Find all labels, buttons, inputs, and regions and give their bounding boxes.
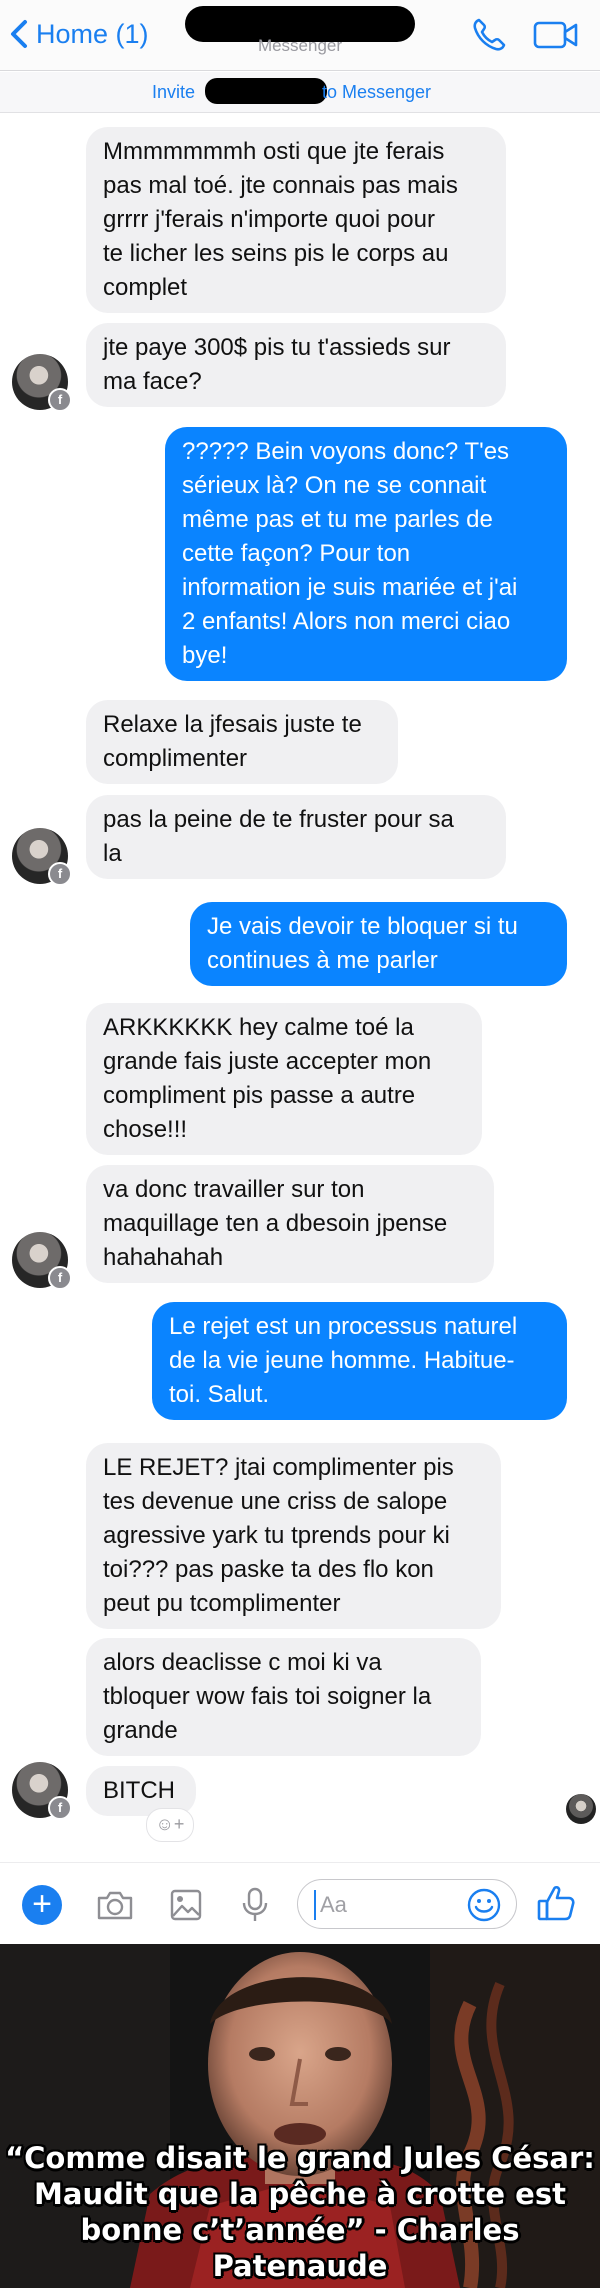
message-bubble[interactable]: pas la peine de te fruster pour sa la — [86, 795, 506, 879]
messenger-badge-icon: f — [48, 1266, 72, 1290]
add-reaction-icon: ☺+ — [155, 1814, 185, 1834]
microphone-icon[interactable] — [235, 1885, 275, 1925]
message-bubble[interactable]: ARKKKKKK hey calme toé la grande fais ju… — [86, 1003, 482, 1155]
message-bubble[interactable]: LE REJET? jtai complimenter pis tes deve… — [86, 1443, 501, 1629]
header-subtitle: Messenger — [257, 36, 343, 55]
conversation-header: Home (1) Messenger — [0, 0, 600, 71]
invite-banner[interactable]: Invite to Messenger — [0, 72, 600, 113]
message-bubble[interactable]: Relaxe la jfesais juste te complimenter — [86, 700, 398, 784]
composer-bar: + Aa — [0, 1862, 600, 1945]
emoji-icon[interactable] — [466, 1887, 502, 1923]
message-bubble[interactable]: va donc travailler sur ton maquillage te… — [86, 1165, 494, 1283]
meme-image: “Comme disait le grand Jules César: Maud… — [0, 1944, 600, 2288]
avatar[interactable]: f — [12, 1232, 72, 1290]
avatar[interactable]: f — [12, 828, 72, 886]
message-bubble[interactable]: Le rejet est un processus naturel de la … — [152, 1302, 567, 1420]
invite-suffix: to Messenger — [322, 82, 432, 102]
thumbs-up-icon[interactable] — [534, 1881, 578, 1925]
message-input-placeholder: Aa — [320, 1892, 347, 1917]
meme-caption: “Comme disait le grand Jules César: Maud… — [5, 2141, 595, 2283]
avatar[interactable]: f — [12, 354, 72, 412]
message-input[interactable]: Aa — [297, 1879, 517, 1929]
image-icon[interactable] — [166, 1885, 206, 1925]
redacted-invite-name — [205, 78, 327, 104]
invite-prefix: Invite — [152, 82, 196, 102]
message-bubble[interactable]: jte paye 300$ pis tu t'assieds sur ma fa… — [86, 323, 506, 407]
message-bubble[interactable]: ????? Bein voyons donc? T'es sérieux là?… — [165, 427, 567, 681]
message-bubble[interactable]: Je vais devoir te bloquer si tu continue… — [190, 902, 567, 986]
messenger-badge-icon: f — [48, 862, 72, 886]
plus-icon[interactable]: + — [22, 1885, 62, 1925]
message-bubble[interactable]: alors deaclisse c moi ki va tbloquer wow… — [86, 1638, 481, 1756]
camera-icon[interactable] — [95, 1885, 135, 1925]
avatar[interactable]: f — [12, 1762, 72, 1820]
message-bubble[interactable]: Mmmmmmmh osti que jte ferais pas mal toé… — [86, 127, 506, 313]
video-camera-icon[interactable] — [533, 20, 579, 50]
messenger-badge-icon: f — [48, 1796, 72, 1820]
messenger-badge-icon: f — [48, 388, 72, 412]
phone-icon[interactable] — [470, 16, 508, 54]
text-caret — [314, 1890, 316, 1920]
add-reaction-button[interactable]: ☺+ — [146, 1808, 194, 1842]
seen-receipt-avatar — [566, 1794, 596, 1824]
